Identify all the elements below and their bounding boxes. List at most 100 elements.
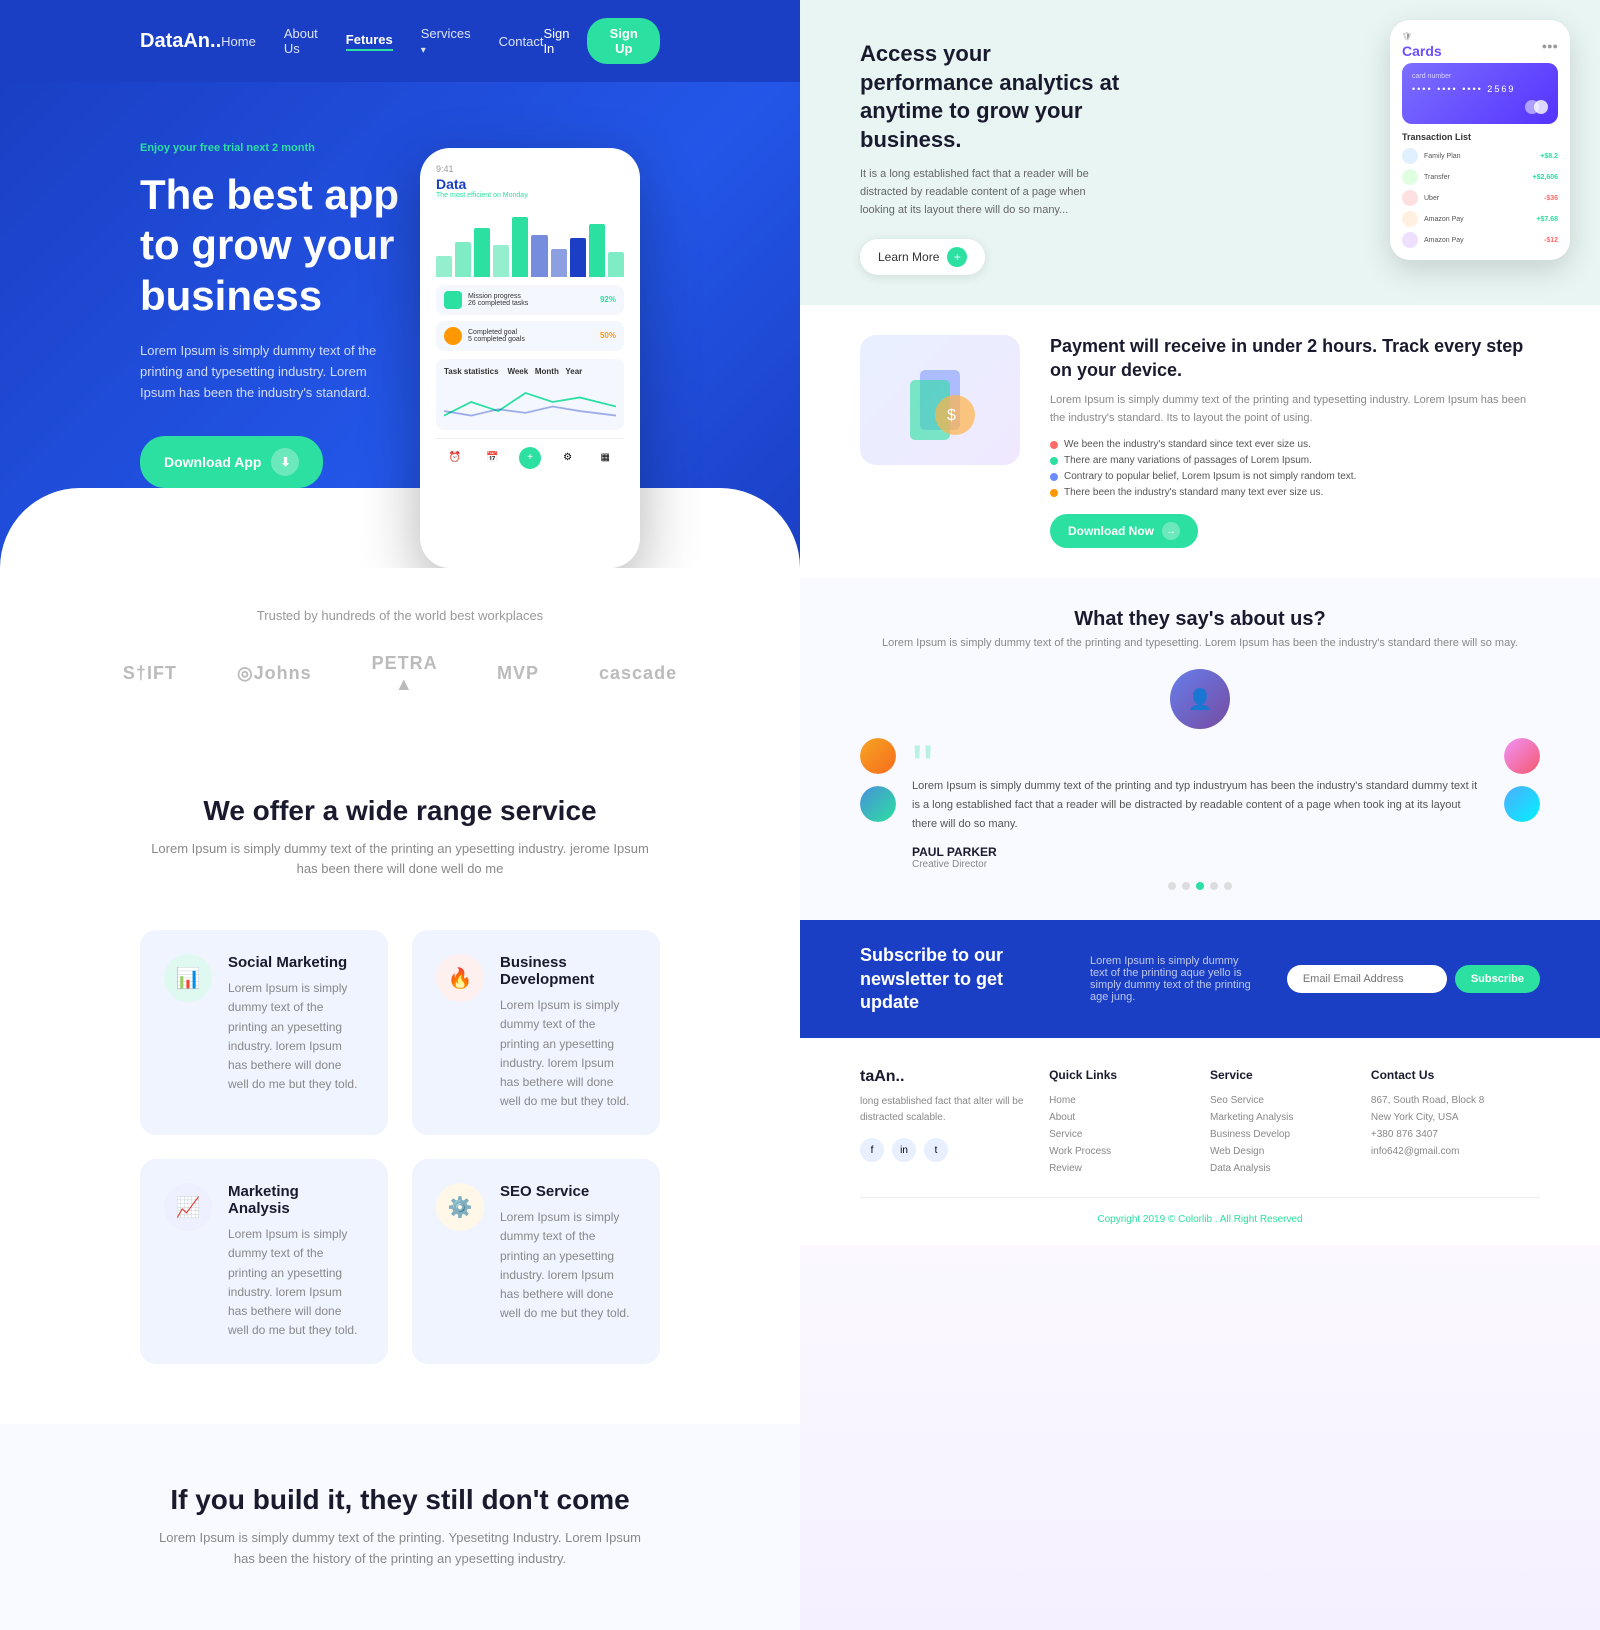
quick-link-review[interactable]: Review <box>1049 1160 1190 1177</box>
service-link-seo[interactable]: Seo Service <box>1210 1092 1351 1109</box>
newsletter-subscribe-button[interactable]: Subscribe <box>1455 965 1540 993</box>
hero-desc: Lorem Ipsum is simply dummy text of the … <box>140 341 400 403</box>
footer-quick-links: Quick Links Home About Service Work Proc… <box>1049 1068 1190 1177</box>
service-card-seo: ⚙️ SEO Service Lorem Ipsum is simply dum… <box>412 1159 660 1364</box>
testimonials-avatars-left <box>860 738 896 822</box>
testimonials-desc: Lorem Ipsum is simply dummy text of the … <box>860 637 1540 649</box>
service-link-business[interactable]: Business Develop <box>1210 1126 1351 1143</box>
avatar-right-2 <box>1504 786 1540 822</box>
services-col-title: Service <box>1210 1068 1351 1082</box>
testimonial-author-title: Creative Director <box>912 859 1488 870</box>
quick-link-home[interactable]: Home <box>1049 1092 1190 1109</box>
phone-task-stats: Task statistics Week Month Year <box>436 359 624 430</box>
plus-icon: + <box>947 247 967 267</box>
download-now-button[interactable]: Download Now → <box>1050 514 1198 548</box>
quick-link-service[interactable]: Service <box>1049 1126 1190 1143</box>
dot-1[interactable] <box>1168 882 1176 890</box>
contact-address: 867, South Road, Block 8 <box>1371 1092 1540 1109</box>
footer-brand-desc: long established fact that alter will be… <box>860 1094 1029 1126</box>
service-link-web[interactable]: Web Design <box>1210 1143 1351 1160</box>
service-link-marketing[interactable]: Marketing Analysis <box>1210 1109 1351 1126</box>
tx-3: Uber -$36 <box>1402 190 1558 206</box>
footer-brand: taAn.. long established fact that alter … <box>860 1068 1029 1177</box>
learn-more-button[interactable]: Learn More + <box>860 239 985 275</box>
nav-contact[interactable]: Contact <box>499 34 544 49</box>
business-dev-icon: 🔥 <box>436 954 484 1002</box>
logo-mvp: MVP <box>497 663 539 684</box>
service-card-business: 🔥 Business Development Lorem Ipsum is si… <box>412 930 660 1135</box>
navbar-links: Home About Us Fetures Services Contact <box>221 26 543 56</box>
tx-2: Transfer +$2,606 <box>1402 169 1558 185</box>
social-marketing-icon: 📊 <box>164 954 212 1002</box>
build-desc: Lorem Ipsum is simply dummy text of the … <box>150 1528 650 1570</box>
service-desc-social: Lorem Ipsum is simply dummy text of the … <box>228 979 364 1094</box>
transaction-list-label: Transaction List <box>1402 132 1558 142</box>
service-desc-seo: Lorem Ipsum is simply dummy text of the … <box>500 1208 636 1323</box>
service-link-data[interactable]: Data Analysis <box>1210 1160 1351 1177</box>
signup-button[interactable]: Sign Up <box>587 18 660 64</box>
phone-stats: Mission progress26 completed tasks 92% C… <box>436 285 624 351</box>
dot-3[interactable] <box>1196 882 1204 890</box>
signin-link[interactable]: Sign In <box>543 26 569 56</box>
card-label-title: Cards <box>1402 43 1442 59</box>
dot-2[interactable] <box>1182 882 1190 890</box>
analytics-title: Access your performance analytics at any… <box>860 40 1120 154</box>
twitter-icon[interactable]: t <box>924 1138 948 1162</box>
dot-4[interactable] <box>1210 882 1218 890</box>
service-desc-business: Lorem Ipsum is simply dummy text of the … <box>500 996 636 1111</box>
services-title: We offer a wide range service <box>140 795 660 827</box>
footer-brand-name: taAn.. <box>860 1068 1029 1086</box>
contact-city: New York City, USA <box>1371 1109 1540 1126</box>
hero-trial: Enjoy your free trial next 2 month <box>140 142 400 154</box>
quick-link-work[interactable]: Work Process <box>1049 1143 1190 1160</box>
payment-illustration: $ <box>860 335 1020 465</box>
nav-features[interactable]: Fetures <box>346 32 393 51</box>
service-desc-marketing: Lorem Ipsum is simply dummy text of the … <box>228 1225 364 1340</box>
analytics-desc: It is a long established fact that a rea… <box>860 166 1120 219</box>
footer-grid: taAn.. long established fact that alter … <box>860 1068 1540 1177</box>
footer-contact: Contact Us 867, South Road, Block 8 New … <box>1371 1068 1540 1177</box>
marketing-analysis-icon: 📈 <box>164 1183 212 1231</box>
testimonial-author: PAUL PARKER <box>912 845 1488 859</box>
transaction-list: Family Plan +$8.2 Transfer +$2,606 Uber … <box>1402 148 1558 248</box>
testimonials-carousel: 👤 " Lorem Ipsum is simply dummy text of … <box>860 669 1540 890</box>
phone-app-name: Data <box>436 176 624 192</box>
phone-subtitle: The most efficient on Monday <box>436 192 624 199</box>
tx-5: Amazon Pay -$12 <box>1402 232 1558 248</box>
quick-link-about[interactable]: About <box>1049 1109 1190 1126</box>
logo-johns: ◎Johns <box>237 663 312 684</box>
navbar-logo: DataAn.. <box>140 30 221 53</box>
nav-home[interactable]: Home <box>221 34 256 49</box>
analytics-section: Access your performance analytics at any… <box>800 0 1600 305</box>
seo-service-icon: ⚙️ <box>436 1183 484 1231</box>
nav-about[interactable]: About Us <box>284 26 318 56</box>
hero-content: Enjoy your free trial next 2 month The b… <box>140 142 400 568</box>
footer-social: f in t <box>860 1138 1029 1162</box>
mission-icon <box>444 291 462 309</box>
nav-services[interactable]: Services <box>421 26 471 56</box>
service-title-marketing: Marketing Analysis <box>228 1183 364 1217</box>
avatar-right-1 <box>1504 738 1540 774</box>
linkedin-icon[interactable]: in <box>892 1138 916 1162</box>
logo-petra: PETRA ▲ <box>372 653 437 695</box>
services-grid: 📊 Social Marketing Lorem Ipsum is simply… <box>140 930 660 1364</box>
arrow-icon: → <box>1162 522 1180 540</box>
download-app-button[interactable]: Download App ⬇ <box>140 436 323 488</box>
facebook-icon[interactable]: f <box>860 1138 884 1162</box>
service-title-social: Social Marketing <box>228 954 364 971</box>
footer-services: Service Seo Service Marketing Analysis B… <box>1210 1068 1351 1177</box>
avatar-left-2 <box>860 786 896 822</box>
tx-4: Amazon Pay +$7.68 <box>1402 211 1558 227</box>
newsletter-desc: Lorem Ipsum is simply dummy text of the … <box>1090 955 1257 1003</box>
trusted-section: Trusted by hundreds of the world best wo… <box>0 568 800 735</box>
service-title-seo: SEO Service <box>500 1183 636 1200</box>
payment-checks: We been the industry's standard since te… <box>1050 439 1540 498</box>
trusted-label: Trusted by hundreds of the world best wo… <box>140 608 660 623</box>
dot-5[interactable] <box>1224 882 1232 890</box>
svg-text:$: $ <box>947 407 956 424</box>
contact-phone[interactable]: +380 876 3407 <box>1371 1126 1540 1143</box>
newsletter-email-input[interactable] <box>1287 965 1447 993</box>
navbar: DataAn.. Home About Us Fetures Services … <box>0 0 800 82</box>
contact-email[interactable]: info642@gmail.com <box>1371 1143 1540 1160</box>
hero-section: Enjoy your free trial next 2 month The b… <box>0 82 800 568</box>
